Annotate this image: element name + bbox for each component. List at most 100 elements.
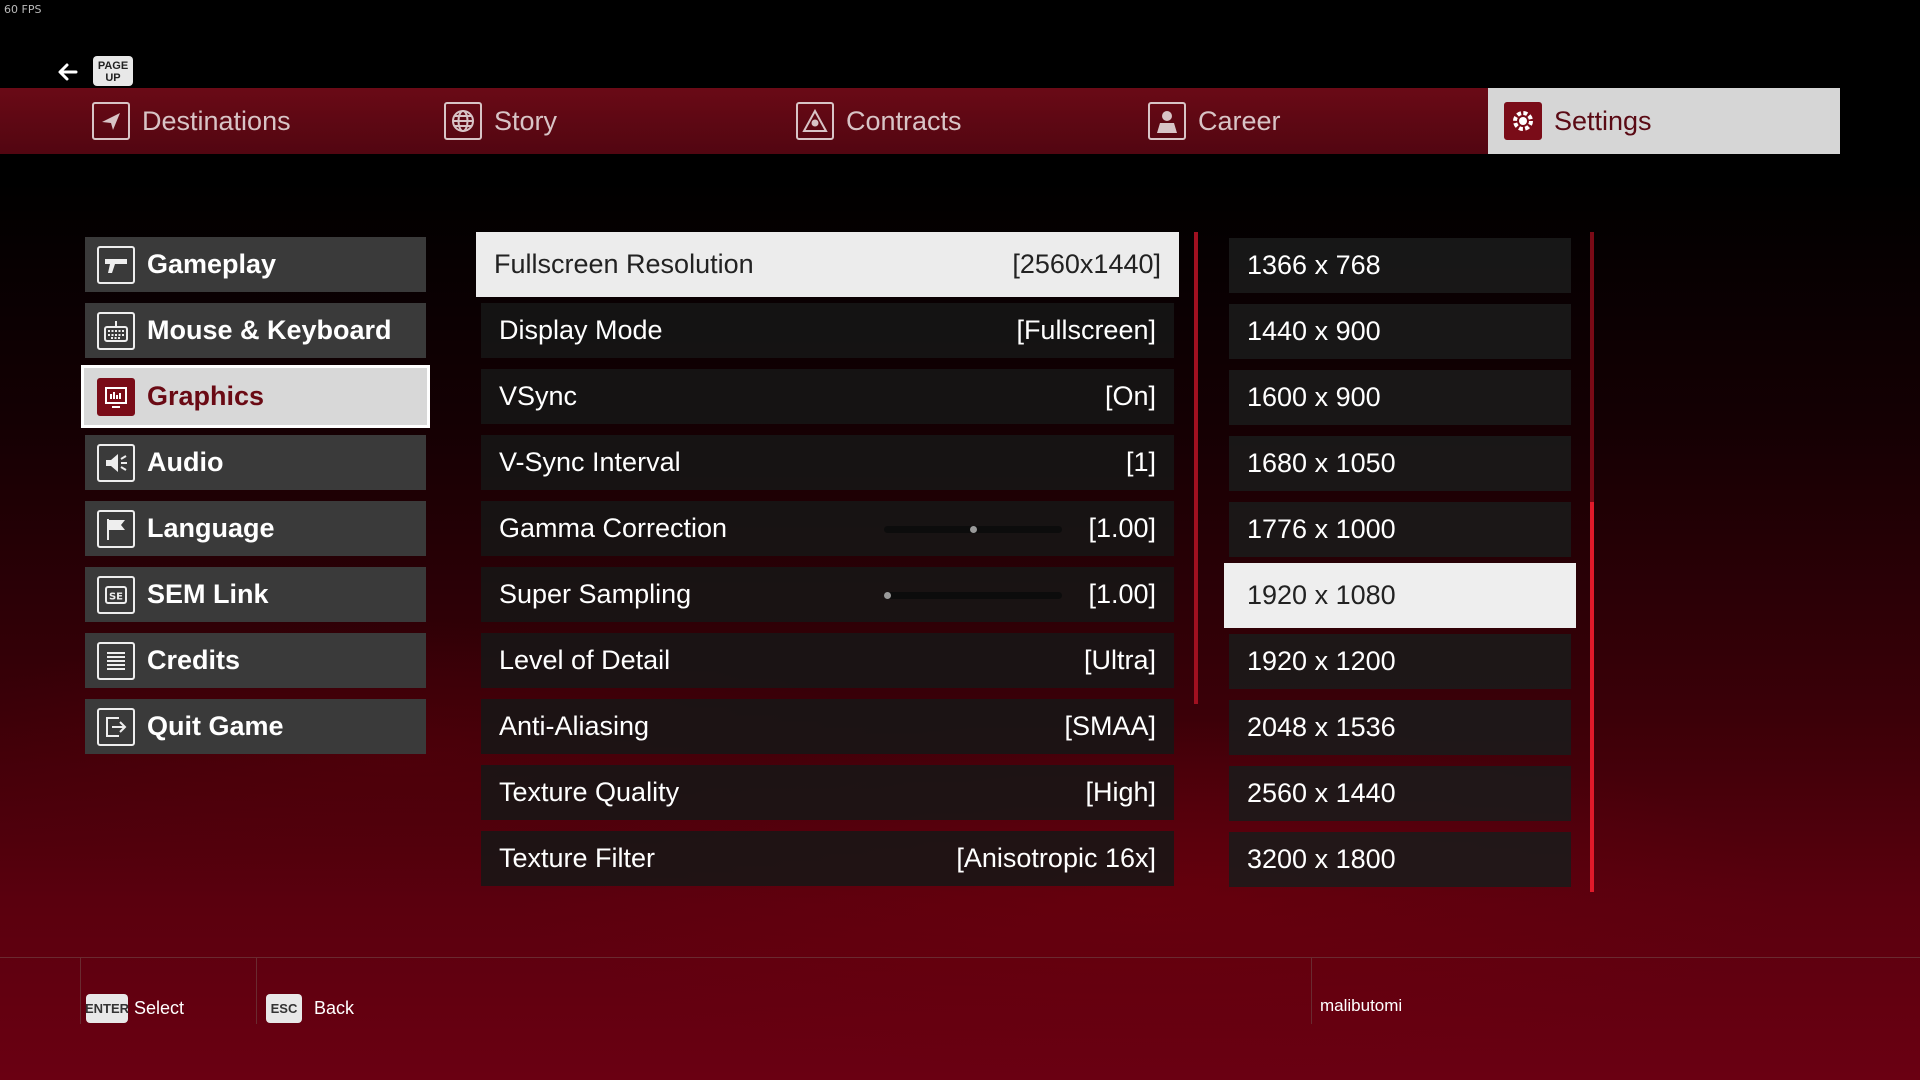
resolution-label: 2048 x 1536 <box>1247 712 1396 742</box>
resolution-label: 1920 x 1080 <box>1247 580 1396 610</box>
resolution-option[interactable]: 2048 x 1536 <box>1229 700 1571 755</box>
resolution-option[interactable]: 3200 x 1800 <box>1229 832 1571 887</box>
menu-item-label: SEM Link <box>147 579 269 609</box>
resolution-label: 1680 x 1050 <box>1247 448 1396 478</box>
gear-icon <box>1504 102 1542 140</box>
menu-item-quit-game[interactable]: Quit Game <box>85 699 426 754</box>
keyboard-icon <box>97 311 135 350</box>
setting-value: [On] <box>1104 381 1156 411</box>
settings-scrollbar[interactable] <box>1194 232 1198 704</box>
setting-label: Level of Detail <box>499 645 671 675</box>
tab-settings[interactable]: Settings <box>1488 88 1840 154</box>
super-sampling-slider-knob[interactable] <box>884 592 891 599</box>
resolution-label: 2560 x 1440 <box>1247 778 1396 808</box>
monitor-icon <box>97 377 135 416</box>
setting-row-gamma-correction[interactable]: Gamma Correction [1.00] <box>481 501 1174 556</box>
super-sampling-slider[interactable] <box>884 592 1062 599</box>
resolution-label: 1440 x 900 <box>1247 316 1381 346</box>
se-icon: SE <box>97 575 135 614</box>
menu-item-credits[interactable]: Credits <box>85 633 426 688</box>
resolution-option[interactable]: 1600 x 900 <box>1229 370 1571 425</box>
setting-label: VSync <box>499 381 578 411</box>
setting-row-anti-aliasing[interactable]: Anti-Aliasing [SMAA] <box>481 699 1174 754</box>
setting-row-texture-quality[interactable]: Texture Quality [High] <box>481 765 1174 820</box>
list-icon <box>97 641 135 680</box>
setting-value: [Anisotropic 16x] <box>956 843 1156 873</box>
menu-item-label: Language <box>147 513 275 543</box>
menu-item-mouse-keyboard[interactable]: Mouse & Keyboard <box>85 303 426 358</box>
footer-divider <box>0 957 1920 958</box>
plane-icon <box>92 102 130 140</box>
esc-key: ESC <box>266 993 302 1023</box>
resolution-label: 1776 x 1000 <box>1247 514 1396 544</box>
resolution-option[interactable]: 2560 x 1440 <box>1229 766 1571 821</box>
pistol-icon <box>97 245 135 284</box>
back-hint[interactable]: ESC Back <box>266 993 354 1023</box>
resolution-label: 1920 x 1200 <box>1247 646 1396 676</box>
flag-icon <box>97 509 135 548</box>
tab-contracts[interactable]: Contracts <box>780 88 1132 154</box>
fps-counter: 60 FPS <box>4 3 42 16</box>
enter-key: ENTER <box>85 993 129 1023</box>
tab-label: Contracts <box>846 105 962 136</box>
resolution-label: 3200 x 1800 <box>1247 844 1396 874</box>
menu-item-label: Gameplay <box>147 249 277 279</box>
setting-label: Texture Filter <box>499 843 656 873</box>
menu-item-graphics[interactable]: Graphics <box>81 365 430 428</box>
setting-row-fullscreen-resolution[interactable]: Fullscreen Resolution [2560x1440] <box>476 232 1179 297</box>
menu-item-label: Quit Game <box>147 711 284 741</box>
setting-value: [SMAA] <box>1064 711 1156 741</box>
setting-value: [1.00] <box>1088 513 1156 543</box>
menu-item-language[interactable]: Language <box>85 501 426 556</box>
setting-value: [Fullscreen] <box>1016 315 1156 345</box>
back-arrow-icon[interactable] <box>56 60 80 84</box>
footer-separator <box>1311 958 1312 1024</box>
tab-label: Settings <box>1554 105 1652 136</box>
username: malibutomi <box>1320 996 1403 1015</box>
skull-warning-icon <box>796 102 834 140</box>
menu-item-sem-link[interactable]: SE SEM Link <box>85 567 426 622</box>
select-label: Select <box>134 997 185 1018</box>
resolution-label: 1600 x 900 <box>1247 382 1381 412</box>
footer-separator <box>256 958 257 1024</box>
resolution-scrollbar-thumb[interactable] <box>1590 502 1594 892</box>
setting-value: [Ultra] <box>1083 645 1156 675</box>
speaker-icon <box>97 443 135 482</box>
globe-icon <box>444 102 482 140</box>
resolution-option[interactable]: 1776 x 1000 <box>1229 502 1571 557</box>
exit-icon <box>97 707 135 746</box>
setting-row-super-sampling[interactable]: Super Sampling [1.00] <box>481 567 1174 622</box>
setting-row-vsync-interval[interactable]: V-Sync Interval [1] <box>481 435 1174 490</box>
setting-value: [1] <box>1125 447 1156 477</box>
menu-item-gameplay[interactable]: Gameplay <box>85 237 426 292</box>
tab-career[interactable]: Career <box>1132 88 1484 154</box>
menu-item-label: Graphics <box>147 381 265 411</box>
menu-item-label: Audio <box>147 447 224 477</box>
resolution-option[interactable]: 1920 x 1200 <box>1229 634 1571 689</box>
resolution-option[interactable]: 1440 x 900 <box>1229 304 1571 359</box>
setting-row-display-mode[interactable]: Display Mode [Fullscreen] <box>481 303 1174 358</box>
tab-label: Career <box>1198 105 1281 136</box>
resolution-option[interactable]: 1366 x 768 <box>1229 238 1571 293</box>
tab-label: Story <box>494 105 558 136</box>
setting-label: Fullscreen Resolution <box>494 249 754 279</box>
resolution-label: 1366 x 768 <box>1247 250 1381 280</box>
menu-item-label: Mouse & Keyboard <box>147 315 392 345</box>
agent-icon <box>1148 102 1186 140</box>
menu-item-label: Credits <box>147 645 241 675</box>
back-label: Back <box>314 997 355 1018</box>
select-hint[interactable]: ENTER Select <box>85 993 185 1023</box>
setting-label: V-Sync Interval <box>499 447 681 477</box>
tab-story[interactable]: Story <box>428 88 780 154</box>
setting-row-vsync[interactable]: VSync [On] <box>481 369 1174 424</box>
setting-row-texture-filter[interactable]: Texture Filter [Anisotropic 16x] <box>481 831 1174 886</box>
menu-item-audio[interactable]: Audio <box>85 435 426 490</box>
gamma-slider[interactable] <box>884 526 1062 533</box>
gamma-slider-knob[interactable] <box>969 526 977 533</box>
tab-destinations[interactable]: Destinations <box>76 88 428 154</box>
setting-row-level-of-detail[interactable]: Level of Detail [Ultra] <box>481 633 1174 688</box>
resolution-option-selected[interactable]: 1920 x 1080 <box>1224 563 1576 628</box>
svg-text:SE: SE <box>109 591 123 602</box>
resolution-option[interactable]: 1680 x 1050 <box>1229 436 1571 491</box>
footer-separator <box>80 958 81 1024</box>
